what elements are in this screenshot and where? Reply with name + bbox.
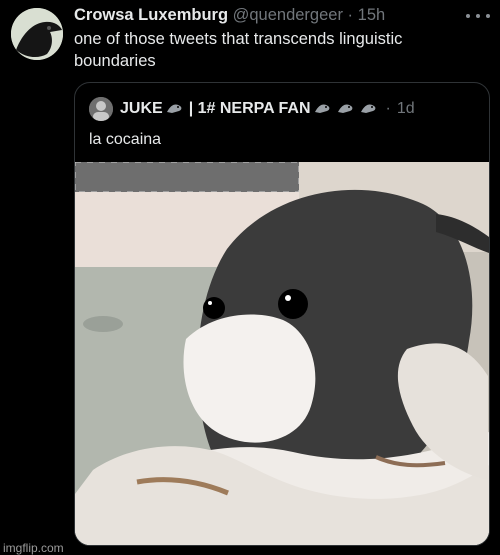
quoted-separator: · [385,100,391,117]
watermark: imgflip.com [3,541,64,555]
avatar-icon [89,97,113,121]
quoted-tweet-text: la cocaina [89,131,162,148]
quoted-author-name-mid[interactable]: | 1# NERPA FAN [189,100,311,118]
seal-photo[interactable] [75,162,489,545]
more-options-button[interactable] [466,8,490,24]
seal-icon [314,101,331,118]
seal-icon [337,101,354,118]
seal-image [75,162,489,545]
quoted-tweet-header: JUKE | 1# NERPA FAN · 1d [89,97,415,121]
tweet-header: Crowsa Luxemburg @quendergeer · 15h [74,4,464,26]
dot-icon [466,14,470,18]
dot-icon [486,14,490,18]
crow-avatar-icon [11,8,63,60]
seal-icon [166,101,183,118]
quoted-tweet-card[interactable]: JUKE | 1# NERPA FAN · 1d la cocaina [74,82,490,546]
seal-icon [360,101,377,118]
dot-icon [476,14,480,18]
tweet-time[interactable]: 15h [358,6,386,24]
tweet-text: one of those tweets that transcends ling… [74,30,403,70]
tweet-separator: · [347,6,354,24]
quoted-author-avatar[interactable] [89,97,113,121]
quoted-author-name-start[interactable]: JUKE [120,100,163,118]
tweet-author-handle[interactable]: @quendergeer [233,6,343,24]
quoted-time[interactable]: 1d [397,100,415,118]
tweet-author-name[interactable]: Crowsa Luxemburg [74,6,228,24]
tweet-author-avatar[interactable] [11,8,63,60]
